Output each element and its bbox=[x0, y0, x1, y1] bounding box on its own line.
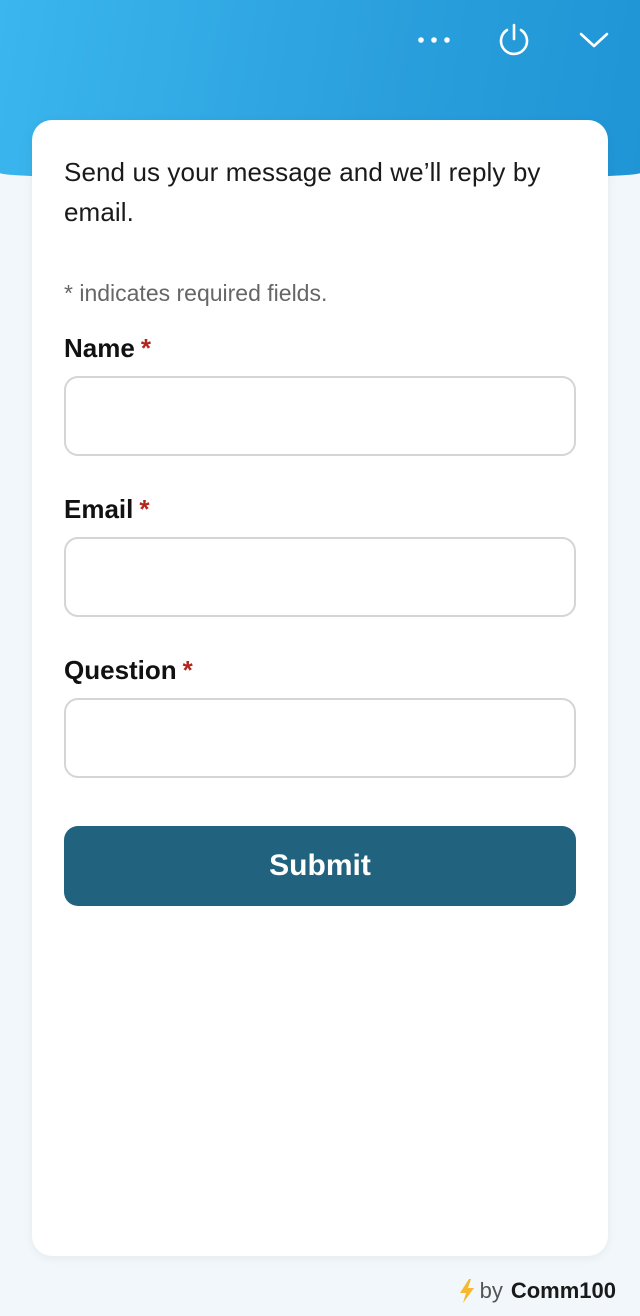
name-label-text: Name bbox=[64, 333, 135, 363]
lightning-bolt-icon bbox=[459, 1279, 474, 1303]
name-field-group: Name * bbox=[64, 333, 576, 456]
chevron-down-icon bbox=[579, 32, 609, 48]
minimize-button[interactable] bbox=[568, 18, 620, 62]
name-input[interactable] bbox=[64, 376, 576, 456]
question-field-group: Question * bbox=[64, 655, 576, 778]
offline-message-card: Send us your message and we’ll reply by … bbox=[32, 120, 608, 1256]
email-label-text: Email bbox=[64, 494, 134, 524]
power-icon bbox=[499, 23, 529, 56]
question-label: Question * bbox=[64, 655, 576, 686]
required-asterisk: * bbox=[140, 333, 151, 363]
end-chat-button[interactable] bbox=[488, 18, 540, 62]
required-asterisk: * bbox=[139, 494, 150, 524]
required-fields-note: * indicates required fields. bbox=[64, 280, 328, 306]
footer-by-text: by bbox=[479, 1278, 503, 1303]
required-asterisk: * bbox=[182, 655, 193, 685]
powered-by-footer[interactable]: by Comm100 bbox=[458, 1278, 616, 1304]
email-label: Email * bbox=[64, 494, 576, 525]
email-input[interactable] bbox=[64, 537, 576, 617]
header-toolbar bbox=[408, 18, 620, 62]
question-label-text: Question bbox=[64, 655, 177, 685]
more-options-button[interactable] bbox=[408, 18, 460, 62]
email-field-group: Email * bbox=[64, 494, 576, 617]
submit-button[interactable]: Submit bbox=[64, 826, 576, 906]
intro-text: Send us your message and we’ll reply by … bbox=[64, 157, 541, 227]
more-dots-icon bbox=[418, 37, 450, 43]
name-label: Name * bbox=[64, 333, 576, 364]
question-input[interactable] bbox=[64, 698, 576, 778]
brand-name: Comm100 bbox=[510, 1278, 616, 1303]
